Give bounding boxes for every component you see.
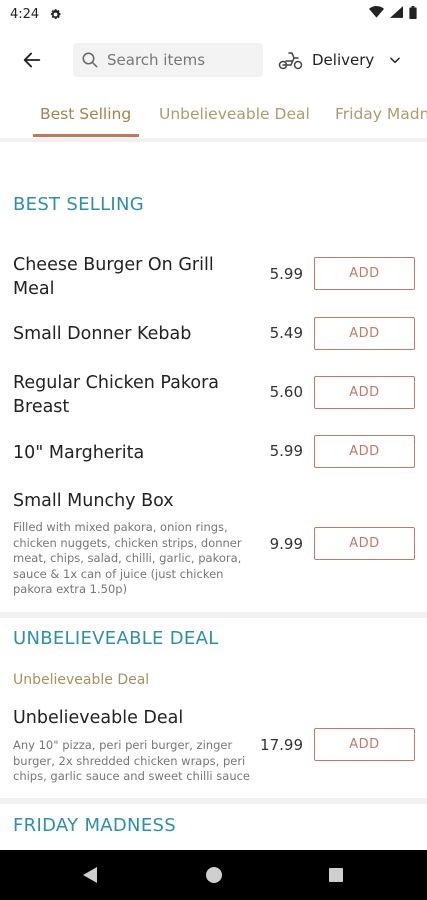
item-price: 5.99 — [269, 442, 303, 460]
tab-friday-madness[interactable]: Friday Madness — [335, 92, 427, 138]
app-header: Delivery — [0, 28, 427, 92]
item-name: Small Munchy Box — [13, 491, 174, 511]
system-navigation-bar — [0, 850, 427, 900]
item-name: Unbelieveable Deal — [13, 708, 184, 728]
section-divider — [0, 798, 427, 804]
status-bar: 4:24 — [0, 0, 427, 28]
nav-recents-button[interactable] — [323, 862, 349, 888]
tabs-divider — [0, 138, 427, 142]
item-price: 5.60 — [269, 383, 303, 401]
delivery-label: Delivery — [312, 51, 375, 69]
search-box[interactable] — [73, 43, 263, 77]
item-description: Filled with mixed pakora, onion rings, c… — [13, 520, 242, 596]
item-name: Cheese Burger On Grill Meal — [13, 255, 214, 299]
tab-unbelieveable-deal[interactable]: Unbelieveable Deal — [159, 92, 310, 138]
section-title-friday-madness: FRIDAY MADNESS — [13, 815, 176, 836]
battery-icon — [409, 5, 417, 23]
circle-home-icon — [206, 867, 222, 883]
item-price: 5.49 — [269, 324, 303, 342]
triangle-back-icon — [83, 867, 97, 883]
item-name: 10" Margherita — [13, 443, 145, 463]
add-button[interactable]: ADD — [314, 257, 415, 290]
section-title-unbelieveable-deal: UNBELIEVEABLE DEAL — [13, 628, 219, 649]
signal-icon — [390, 6, 403, 22]
search-input[interactable] — [107, 51, 257, 69]
section-divider — [0, 612, 427, 618]
gear-icon — [49, 8, 62, 21]
active-tab-indicator — [33, 134, 139, 137]
square-recents-icon — [329, 868, 343, 882]
nav-home-button[interactable] — [201, 862, 227, 888]
item-price: 5.99 — [269, 265, 303, 283]
item-price: 17.99 — [260, 736, 303, 754]
status-time: 4:24 — [10, 6, 40, 22]
item-name: Regular Chicken Pakora Breast — [13, 373, 220, 417]
arrow-left-icon — [23, 52, 41, 68]
subsection-title: Unbelieveable Deal — [13, 672, 150, 688]
wifi-icon — [369, 6, 384, 22]
nav-back-button[interactable] — [77, 862, 103, 888]
delivery-scooter-icon — [278, 52, 303, 70]
add-button[interactable]: ADD — [314, 376, 415, 409]
add-button[interactable]: ADD — [314, 317, 415, 350]
add-button[interactable]: ADD — [314, 435, 415, 468]
item-description: Any 10" pizza, peri peri burger, zinger … — [13, 738, 251, 783]
chevron-down-icon — [388, 53, 402, 67]
add-button[interactable]: ADD — [314, 527, 415, 560]
search-icon — [82, 52, 98, 68]
delivery-selector[interactable]: Delivery — [278, 43, 402, 77]
tab-best-selling[interactable]: Best Selling — [40, 92, 131, 138]
back-button[interactable] — [10, 38, 54, 82]
add-button[interactable]: ADD — [314, 728, 415, 761]
section-title-best-selling: BEST SELLING — [13, 194, 145, 215]
item-name: Small Donner Kebab — [13, 324, 192, 344]
category-tabs: Best Selling Unbelieveable Deal Friday M… — [0, 92, 427, 138]
item-price: 9.99 — [269, 535, 303, 553]
